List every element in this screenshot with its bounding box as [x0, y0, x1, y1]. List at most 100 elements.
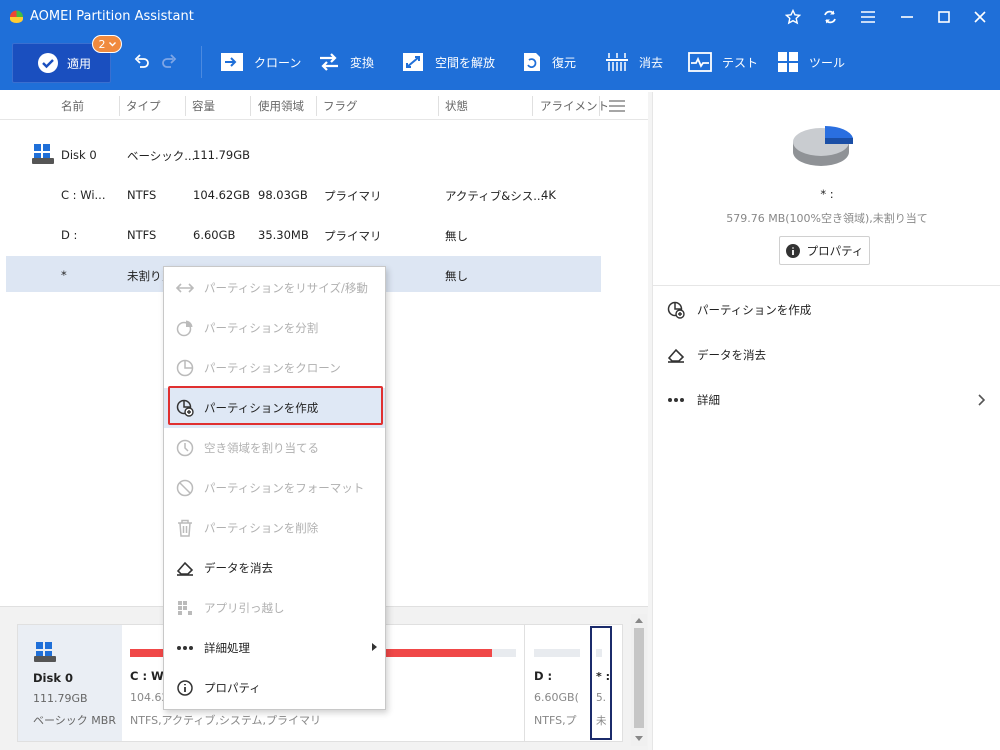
row-capacity: 111.79GB — [193, 148, 251, 162]
column-divider — [438, 96, 439, 116]
allocate-icon — [176, 439, 194, 457]
menu-item-wipe-data[interactable]: データを消去 — [164, 548, 385, 588]
free-space-label: 空間を解放 — [435, 55, 496, 70]
table-row[interactable]: D : NTFS 6.60GB 35.30MB プライマリ 無し — [6, 216, 601, 252]
test-label: テスト — [722, 55, 759, 70]
scroll-up-icon[interactable] — [635, 618, 643, 623]
advanced-action[interactable]: 詳細 — [667, 390, 987, 410]
toolbar-divider — [201, 46, 202, 78]
action-label: 詳細 — [697, 393, 720, 407]
menu-item-split[interactable]: パーティションを分割 — [164, 308, 385, 348]
table-row[interactable]: Disk 0 ベーシック... 111.79GB — [6, 136, 601, 172]
u-partition-label: * : — [596, 670, 610, 683]
free-space-button[interactable]: 空間を解放 — [401, 48, 495, 76]
column-flag[interactable]: フラグ — [323, 98, 358, 114]
wipe-icon — [605, 51, 629, 73]
column-divider — [599, 96, 600, 116]
menu-icon[interactable] — [858, 8, 878, 26]
column-capacity[interactable]: 容量 — [192, 98, 215, 114]
clone-button[interactable]: クローン — [220, 48, 301, 76]
test-button[interactable]: テスト — [688, 48, 758, 76]
clone-label: クローン — [254, 55, 302, 70]
row-capacity: 6.60GB — [193, 228, 236, 242]
row-type: NTFS — [127, 188, 157, 202]
menu-item-clone[interactable]: パーティションをクローン — [164, 348, 385, 388]
column-used[interactable]: 使用領域 — [258, 98, 304, 114]
column-status[interactable]: 状態 — [445, 98, 468, 114]
menu-item-resize-move[interactable]: パーティションをリサイズ/移動 — [164, 268, 385, 308]
column-divider — [250, 96, 251, 116]
app-logo-icon — [9, 10, 24, 24]
menu-label: パーティションをクローン — [204, 361, 341, 375]
menu-label: パーティションを分割 — [204, 321, 319, 335]
restore-button[interactable]: 復元 — [522, 48, 576, 76]
row-name: * — [61, 268, 67, 282]
menu-item-properties[interactable]: プロパティ — [164, 668, 385, 708]
column-settings-icon[interactable] — [609, 100, 625, 112]
row-flag: プライマリ — [324, 189, 382, 203]
properties-label: プロパティ — [806, 243, 864, 258]
app-move-icon — [176, 599, 194, 617]
undo-icon[interactable] — [134, 53, 150, 69]
u-usage-track — [596, 649, 602, 657]
column-type[interactable]: タイプ — [126, 98, 161, 114]
app-title: AOMEI Partition Assistant — [30, 9, 194, 24]
create-partition-icon — [667, 301, 685, 319]
split-icon — [176, 319, 194, 337]
action-label: データを消去 — [697, 348, 766, 362]
column-divider — [316, 96, 317, 116]
u-partition-desc: 未 — [596, 715, 607, 727]
close-icon[interactable] — [970, 8, 990, 26]
row-name: D : — [61, 228, 78, 242]
row-name: C : Wi... — [61, 188, 106, 202]
wipe-data-action[interactable]: データを消去 — [667, 345, 766, 365]
properties-button[interactable]: プロパティ — [779, 236, 870, 265]
disk-size: 111.79GB — [33, 692, 88, 705]
submenu-arrow-icon — [372, 643, 377, 651]
c-partition-desc: NTFS,アクティブ,システム,プライマリ — [130, 714, 322, 727]
column-name[interactable]: 名前 — [61, 98, 84, 114]
row-alignment: 4K — [541, 188, 556, 202]
maximize-icon[interactable] — [934, 8, 954, 26]
table-row[interactable]: C : Wi... NTFS 104.62GB 98.03GB プライマリ アク… — [6, 176, 601, 212]
tools-button[interactable]: ツール — [777, 48, 845, 76]
menu-item-format[interactable]: パーティションをフォーマット — [164, 468, 385, 508]
menu-item-delete[interactable]: パーティションを削除 — [164, 508, 385, 548]
pending-operations-badge[interactable]: 2 — [92, 35, 122, 53]
column-divider — [185, 96, 186, 116]
format-icon — [176, 479, 194, 497]
menu-item-allocate-free-space[interactable]: 空き領域を割り当てる — [164, 428, 385, 468]
minimize-icon[interactable] — [897, 8, 917, 26]
row-status: 無し — [445, 269, 468, 283]
menu-label: 空き領域を割り当てる — [204, 441, 319, 455]
redo-icon[interactable] — [161, 53, 177, 69]
disk-summary[interactable]: Disk 0 111.79GB ベーシック MBR — [18, 625, 122, 741]
unallocated-block-selected[interactable]: * : 5. 未 — [590, 626, 612, 740]
partition-divider — [524, 625, 525, 741]
scroll-down-icon[interactable] — [635, 736, 643, 741]
favorite-star-icon[interactable] — [783, 8, 803, 26]
row-capacity: 104.62GB — [193, 188, 251, 202]
row-type: ベーシック... — [127, 149, 196, 163]
eraser-icon — [667, 347, 685, 363]
wipe-label: 消去 — [639, 55, 664, 70]
free-space-icon — [401, 51, 425, 73]
tools-label: ツール — [809, 55, 846, 70]
more-icon — [176, 639, 194, 657]
refresh-icon[interactable] — [820, 8, 840, 26]
scroll-thumb[interactable] — [634, 628, 644, 728]
convert-button[interactable]: 変換 — [318, 48, 374, 76]
restore-icon — [522, 51, 542, 73]
menu-item-app-mover[interactable]: アプリ引っ越し — [164, 588, 385, 628]
row-status: 無し — [445, 229, 468, 243]
create-partition-action[interactable]: パーティションを作成 — [667, 300, 811, 320]
column-divider — [119, 96, 120, 116]
d-partition-label: D : — [534, 669, 553, 683]
restore-label: 復元 — [552, 55, 577, 70]
vertical-scrollbar[interactable] — [631, 614, 647, 746]
wipe-button[interactable]: 消去 — [605, 48, 663, 76]
chevron-right-icon[interactable] — [978, 394, 985, 406]
create-partition-highlight-box — [168, 386, 383, 425]
menu-item-advanced[interactable]: 詳細処理 — [164, 628, 385, 668]
checkmark-icon — [37, 52, 59, 74]
